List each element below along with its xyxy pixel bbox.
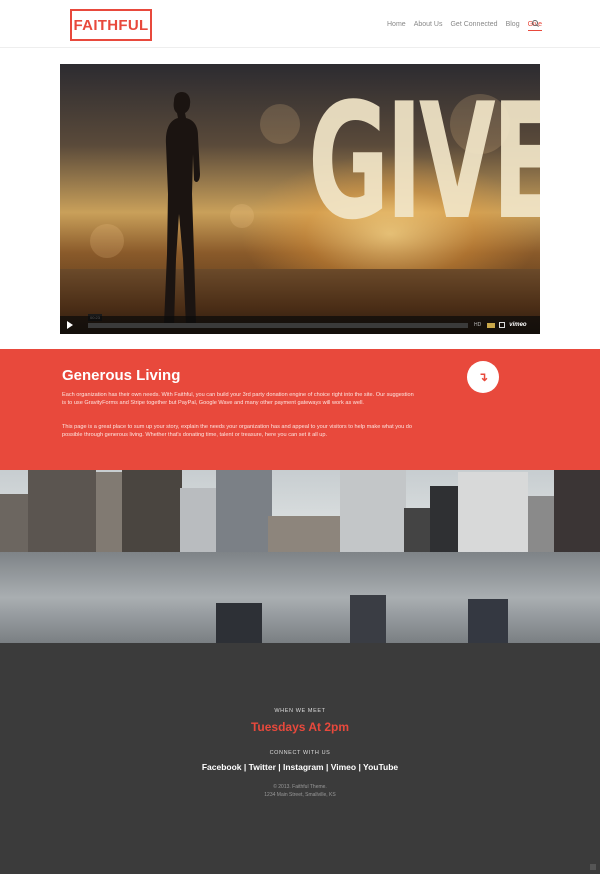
city-skyline-image	[0, 470, 600, 643]
main-nav: Home About Us Get Connected Blog Give	[387, 21, 542, 31]
nav-home[interactable]: Home	[387, 21, 406, 31]
address: 1234 Main Street, Smallville, KS	[264, 792, 336, 798]
meet-time: Tuesdays At 2pm	[250, 720, 350, 734]
video-progress-bar[interactable]	[88, 322, 468, 328]
give-overlay-text: GIVE	[308, 68, 540, 255]
hd-toggle[interactable]: HD	[474, 322, 481, 328]
nav-get-connected[interactable]: Get Connected	[450, 21, 497, 31]
section-title: Generous Living	[62, 367, 181, 384]
play-icon[interactable]	[60, 316, 80, 334]
person-silhouette	[164, 92, 200, 326]
bokeh-light	[230, 204, 254, 228]
arrow-down-icon[interactable]: ↴	[467, 361, 499, 393]
twitter-link[interactable]: Twitter	[249, 762, 276, 772]
nav-about-us[interactable]: About Us	[414, 21, 443, 31]
skyline-lower-band	[0, 552, 600, 643]
separator: |	[356, 762, 364, 772]
site-footer: WHEN WE MEET Tuesdays At 2pm CONNECT WIT…	[0, 643, 600, 874]
youtube-link[interactable]: YouTube	[363, 762, 398, 772]
meet-label: WHEN WE MEET	[274, 708, 326, 714]
site-logo[interactable]: FAITHFUL	[70, 9, 152, 41]
copyright: © 2013. Faithful Theme.	[273, 784, 327, 790]
bokeh-light	[260, 104, 300, 144]
volume-icon[interactable]	[487, 322, 496, 328]
story-paragraph: This page is a great place to sum up you…	[62, 424, 413, 438]
give-section: Generous Living Each organization has th…	[0, 349, 600, 470]
vimeo-link[interactable]: Vimeo	[331, 762, 356, 772]
facebook-link[interactable]: Facebook	[202, 762, 242, 772]
bokeh-light	[90, 224, 124, 258]
site-header: FAITHFUL Home About Us Get Connected Blo…	[0, 0, 600, 48]
video-player[interactable]: GIVE 00:23 HD vimeo	[60, 64, 540, 334]
video-controls: HD vimeo	[60, 316, 540, 334]
separator: |	[275, 762, 283, 772]
social-links: Facebook | Twitter | Instagram | Vimeo |…	[0, 762, 600, 772]
fullscreen-icon[interactable]	[499, 322, 506, 328]
back-to-top-icon[interactable]	[590, 864, 596, 870]
separator: |	[241, 762, 249, 772]
intro-paragraph: Each organization has their own needs. W…	[62, 392, 414, 406]
vimeo-logo[interactable]: vimeo	[509, 322, 526, 328]
instagram-link[interactable]: Instagram	[283, 762, 324, 772]
separator: |	[323, 762, 331, 772]
search-icon[interactable]	[532, 20, 540, 28]
connect-label: CONNECT WITH US	[269, 750, 331, 756]
nav-blog[interactable]: Blog	[506, 21, 520, 31]
